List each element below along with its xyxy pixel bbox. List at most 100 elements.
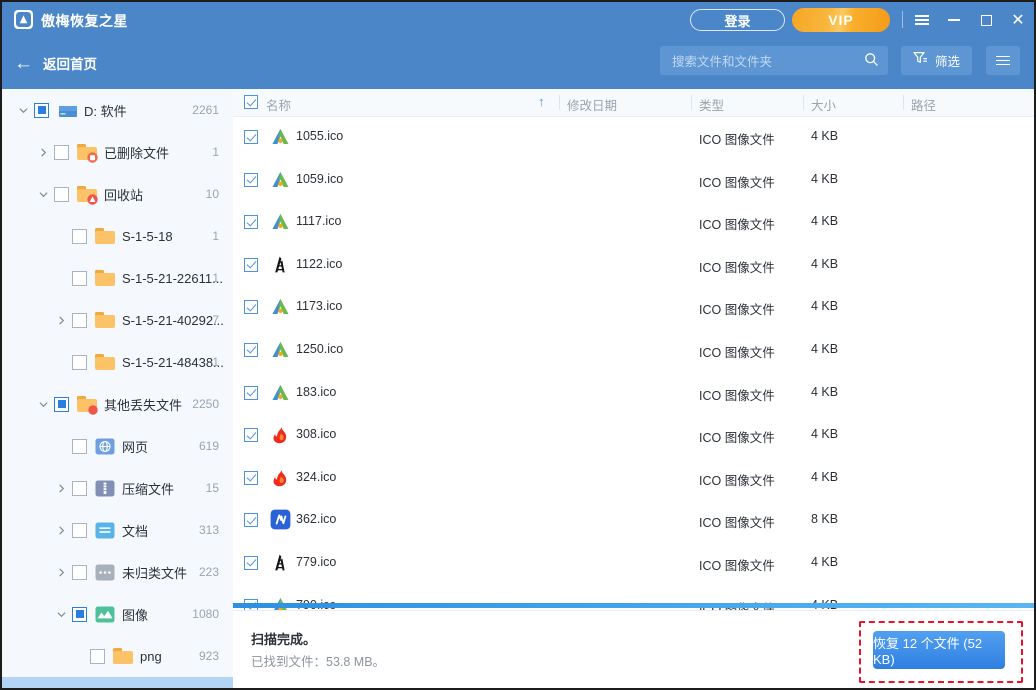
column-header-date[interactable]: 修改日期 [567, 95, 617, 114]
row-checkbox[interactable] [244, 470, 258, 485]
row-checkbox[interactable] [244, 342, 258, 357]
tree-checkbox[interactable] [34, 102, 49, 118]
row-checkbox[interactable] [244, 130, 258, 144]
row-checkbox[interactable] [244, 428, 258, 443]
table-row[interactable]: 1059.ico ICO 图像文件 4 KB [233, 159, 1034, 202]
minimize-icon[interactable] [942, 8, 966, 32]
sidebar-item-node2[interactable]: 回收站 10 [2, 173, 233, 215]
close-icon[interactable]: ✕ [1006, 8, 1030, 32]
sort-ascending-arrow-icon[interactable]: ↑ [538, 94, 545, 109]
row-checkbox[interactable] [244, 172, 258, 187]
hamburger-menu-icon[interactable] [910, 8, 934, 32]
chevron-right-icon[interactable] [54, 523, 68, 537]
folder-tree-sidebar[interactable]: D: 软件 2261 已删除文件 1 回收站 10 S-1-5-18 1 S-1-5-21-22… [2, 89, 233, 688]
column-header-path[interactable]: 路径 [911, 95, 936, 114]
vip-button[interactable]: VIP [792, 8, 890, 32]
sidebar-item-s152148438[interactable]: S-1-5-21-48438... 1 [2, 341, 233, 383]
tree-checkbox[interactable] [54, 396, 69, 412]
filter-button[interactable]: 筛选 [901, 46, 972, 75]
sidebar-item-node9[interactable]: 压缩文件 15 [2, 467, 233, 509]
folder-icon [95, 311, 115, 329]
chevron-right-icon[interactable] [54, 313, 68, 327]
sidebar-item-count: 923 [198, 649, 219, 663]
sidebar-item-label: S-1-5-18 [122, 228, 173, 244]
cell-type: ICO 图像文件 [699, 345, 775, 360]
tree-checkbox[interactable] [72, 522, 87, 538]
table-row[interactable]: 1173.ico ICO 图像文件 4 KB [233, 286, 1034, 329]
chevron-down-icon[interactable] [16, 103, 30, 117]
sidebar-item-node8[interactable]: 网页 619 [2, 425, 233, 467]
sidebar-item-d[interactable]: D: 软件 2261 [2, 89, 233, 131]
sidebar-item-node1[interactable]: 已删除文件 1 [2, 131, 233, 173]
chevron-right-icon[interactable] [54, 565, 68, 579]
back-to-home-button[interactable]: ← 返回首页 [14, 51, 97, 75]
chevron-down-icon[interactable] [36, 397, 50, 411]
sidebar-item-label: 已删除文件 [104, 145, 170, 161]
chevron-down-icon[interactable] [54, 607, 68, 621]
column-header-size[interactable]: 大小 [811, 95, 836, 114]
sidebar-item-png[interactable]: png 923 [2, 635, 233, 677]
app-title: 傲梅恢复之星 [41, 13, 128, 29]
row-checkbox[interactable] [244, 385, 258, 400]
sidebar-item-s1518[interactable]: S-1-5-18 1 [2, 215, 233, 257]
table-row[interactable]: 324.ico ICO 图像文件 4 KB [233, 457, 1034, 500]
sidebar-item-node12[interactable]: 图像 1080 [2, 593, 233, 635]
sidebar-item-count: 223 [198, 565, 219, 579]
tree-checkbox[interactable] [54, 144, 69, 160]
tree-checkbox[interactable] [72, 606, 87, 622]
sidebar-item-label: S-1-5-21-22611... [122, 270, 223, 286]
search-icon[interactable] [864, 52, 879, 72]
tree-checkbox[interactable] [72, 312, 87, 328]
table-row[interactable]: 362.ico ICO 图像文件 8 KB [233, 499, 1034, 542]
table-row[interactable]: 1250.ico ICO 图像文件 4 KB [233, 329, 1034, 372]
row-checkbox[interactable] [244, 300, 258, 315]
cell-type: ICO 图像文件 [699, 473, 775, 488]
tree-checkbox[interactable] [72, 480, 87, 496]
folder-icon [113, 647, 133, 665]
tree-checkbox[interactable] [90, 648, 105, 664]
table-row[interactable]: 1055.ico ICO 图像文件 4 KB [233, 116, 1034, 159]
tree-checkbox[interactable] [72, 228, 87, 244]
column-divider [691, 95, 692, 110]
chevron-down-icon[interactable] [36, 187, 50, 201]
cell-size: 4 KB [811, 299, 839, 314]
login-button[interactable]: 登录 [690, 9, 785, 31]
cell-type: ICO 图像文件 [699, 516, 775, 531]
row-checkbox[interactable] [244, 513, 258, 528]
row-checkbox[interactable] [244, 215, 258, 230]
document-icon [95, 522, 115, 539]
tree-checkbox[interactable] [54, 186, 69, 202]
chevron-right-icon[interactable] [36, 145, 50, 159]
sidebar-item-node10[interactable]: 文档 313 [2, 509, 233, 551]
column-header-type[interactable]: 类型 [699, 95, 724, 114]
table-row[interactable]: 308.ico ICO 图像文件 4 KB [233, 414, 1034, 457]
recover-button[interactable]: 恢复 12 个文件 (52 KB) [873, 631, 1005, 669]
lost-files-folder-icon [77, 395, 98, 415]
sidebar-item-s152122611[interactable]: S-1-5-21-22611... 1 [2, 257, 233, 299]
scan-progress-bar [233, 603, 1034, 608]
search-input[interactable] [670, 46, 859, 77]
list-view-button[interactable] [986, 46, 1020, 75]
tree-checkbox[interactable] [72, 438, 87, 454]
table-row[interactable]: 183.ico ICO 图像文件 4 KB [233, 372, 1034, 415]
search-box[interactable] [660, 46, 888, 77]
table-row[interactable]: 1117.ico ICO 图像文件 4 KB [233, 201, 1034, 244]
maximize-icon[interactable] [974, 8, 998, 32]
tree-checkbox[interactable] [72, 354, 87, 370]
sidebar-item-s152140292[interactable]: S-1-5-21-40292... 7 [2, 299, 233, 341]
file-list-rows[interactable]: 1055.ico ICO 图像文件 4 KB 1059.ico ICO 图像文件 4 KB… [233, 116, 1034, 610]
table-row[interactable]: 1122.ico ICO 图像文件 4 KB [233, 244, 1034, 287]
tree-checkbox[interactable] [72, 270, 87, 286]
row-checkbox[interactable] [244, 257, 258, 272]
folder-icon [95, 353, 115, 371]
sidebar-item-node7[interactable]: 其他丢失文件 2250 [2, 383, 233, 425]
select-all-checkbox[interactable] [244, 95, 258, 109]
column-header-name[interactable]: 名称 [266, 95, 291, 114]
chevron-right-icon[interactable] [54, 481, 68, 495]
table-row[interactable]: 779.ico ICO 图像文件 4 KB [233, 542, 1034, 585]
file-list-header: 名称 ↑ 修改日期 类型 大小 路径 [233, 89, 1034, 117]
row-checkbox[interactable] [244, 555, 258, 570]
tree-checkbox[interactable] [72, 564, 87, 580]
sidebar-item-node11[interactable]: 未归类文件 223 [2, 551, 233, 593]
sidebar-item-ico[interactable]: ico12 [2, 677, 233, 688]
